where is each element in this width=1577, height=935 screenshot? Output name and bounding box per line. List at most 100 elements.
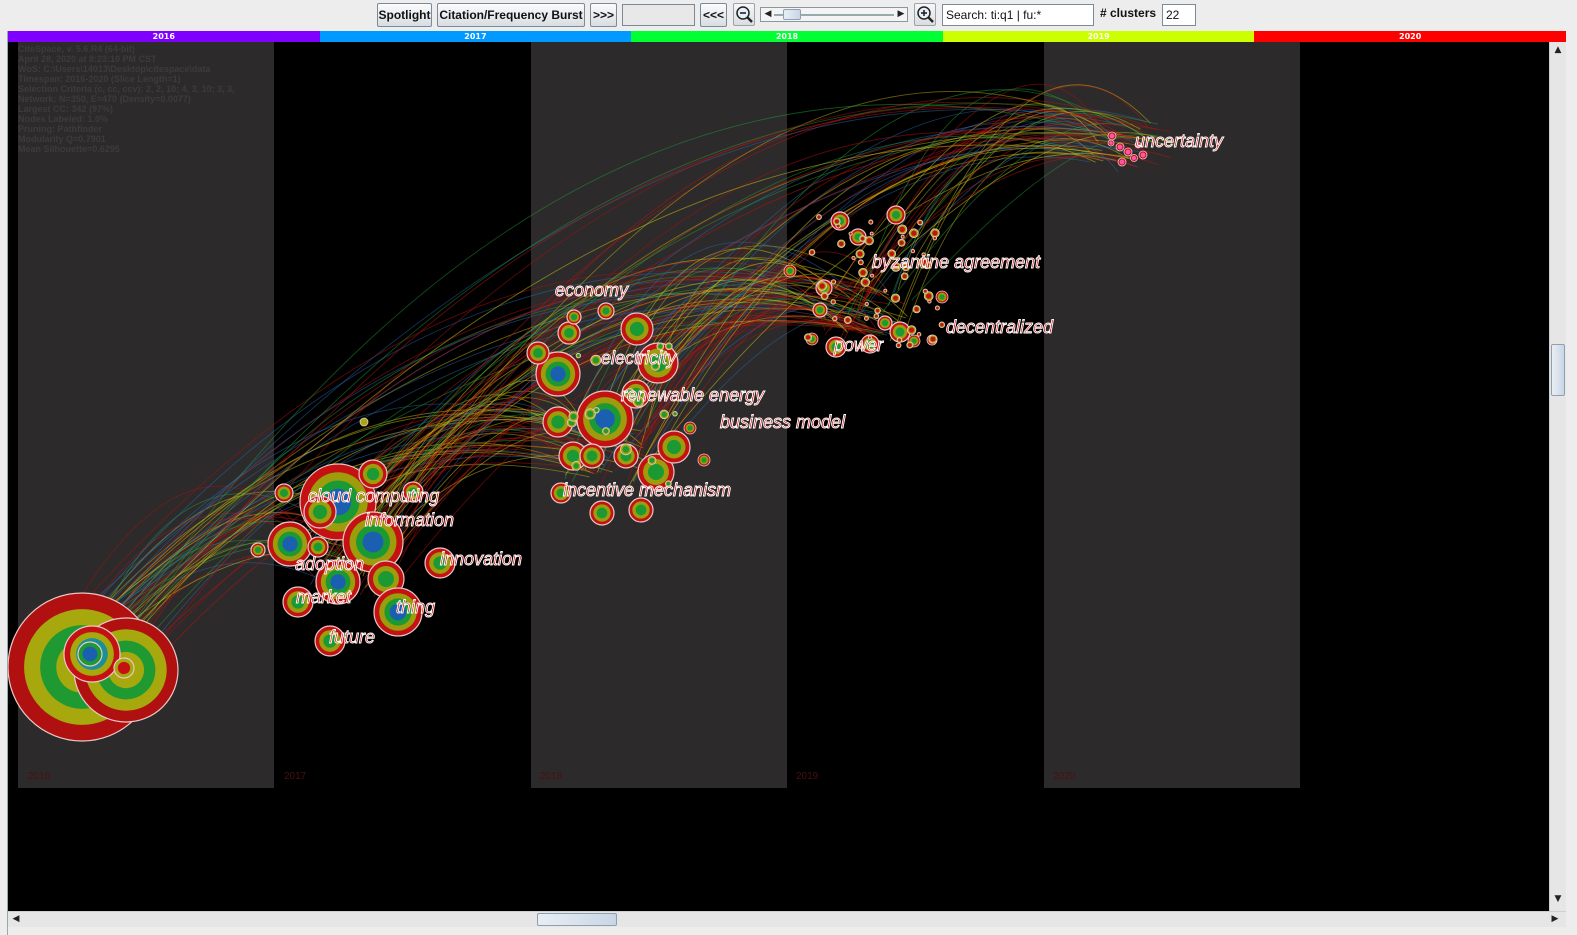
prev-button[interactable]: <<< [700,3,727,27]
cluster-label[interactable]: adoption [295,554,365,575]
zoom-slider[interactable]: ◀ ▶ [760,7,908,22]
network-node[interactable] [864,301,869,307]
network-node[interactable] [1123,147,1133,157]
network-node[interactable] [804,333,813,342]
network-node[interactable] [895,342,902,349]
cluster-label[interactable]: electricity [601,348,678,369]
slider-right-arrow[interactable]: ▶ [896,8,906,20]
horizontal-scroll-thumb[interactable] [537,913,617,926]
horizontal-scrollbar[interactable]: ◀ ▶ [8,911,1566,927]
network-node[interactable] [868,219,874,225]
network-node[interactable] [557,321,581,345]
search-input[interactable]: Search: ti:q1 | fu:* [942,4,1094,26]
network-node[interactable] [647,456,657,465]
cluster-label[interactable]: renewable energy [621,385,766,406]
next-button[interactable]: >>> [590,3,617,27]
network-node[interactable] [575,352,582,359]
network-node[interactable] [897,238,906,247]
network-node[interactable] [922,288,928,294]
network-node[interactable] [897,224,908,235]
network-node[interactable] [843,316,852,324]
network-node[interactable] [851,255,856,261]
network-node[interactable] [620,312,654,346]
slider-left-arrow[interactable]: ◀ [763,8,773,20]
cluster-label[interactable]: market [296,587,353,608]
slider-thumb[interactable] [783,9,801,20]
cluster-label[interactable]: decentralized [946,317,1055,338]
network-node[interactable] [584,408,596,420]
network-node[interactable] [906,325,917,335]
network-node[interactable] [857,259,864,266]
vertical-scroll-thumb[interactable] [1551,344,1565,396]
network-node[interactable] [1115,142,1125,152]
network-node[interactable] [590,354,602,366]
spotlight-button[interactable]: Spotlight [377,3,432,27]
network-node[interactable] [916,331,922,337]
network-node[interactable] [1138,150,1148,160]
network-node[interactable] [602,427,610,435]
network-node[interactable] [832,316,838,322]
cluster-label[interactable]: incentive mechanism [563,480,732,501]
network-node[interactable] [869,231,874,236]
scroll-left-arrow[interactable]: ◀ [10,913,22,925]
network-node[interactable] [938,321,946,329]
network-node[interactable] [683,421,697,435]
network-node[interactable] [816,214,822,220]
network-node[interactable] [1117,157,1127,167]
clusters-input[interactable]: 22 [1162,4,1196,26]
network-node[interactable] [934,305,940,311]
network-node[interactable] [597,302,615,320]
network-node[interactable] [830,279,837,285]
network-node[interactable] [896,337,903,343]
network-node[interactable] [783,264,797,278]
cluster-label[interactable]: future [329,627,376,648]
network-node[interactable] [860,277,871,287]
zoom-out-icon[interactable] [733,3,755,26]
network-node[interactable] [250,542,266,558]
network-node[interactable] [1107,139,1115,147]
network-node[interactable] [833,217,841,226]
network-node[interactable] [820,292,829,301]
cluster-label[interactable]: byzantine agreement [872,252,1042,273]
network-node[interactable] [874,307,881,314]
network-node[interactable] [837,239,846,248]
network-node[interactable] [808,248,816,256]
network-node[interactable] [77,641,103,667]
network-node[interactable] [873,313,880,320]
cluster-label[interactable]: economy [555,280,630,301]
network-node[interactable] [928,334,938,344]
network-node[interactable] [932,235,938,241]
network-node[interactable] [113,657,135,679]
network-node[interactable] [877,315,893,331]
network-node[interactable] [812,302,828,318]
network-node[interactable] [912,305,921,314]
network-node[interactable] [526,341,550,365]
network-node[interactable] [589,500,615,526]
cluster-label[interactable]: innovation [440,549,523,570]
cluster-label[interactable]: power [833,335,885,356]
scroll-up-arrow[interactable]: ▲ [1552,44,1564,56]
network-node[interactable] [870,273,874,278]
network-node[interactable] [359,417,369,427]
vertical-scrollbar[interactable]: ▲ ▼ [1549,42,1566,911]
network-node[interactable] [858,267,868,278]
cluster-label[interactable]: uncertainty [1135,131,1225,152]
network-node[interactable] [568,411,579,422]
network-node[interactable] [830,299,836,305]
blank-field[interactable] [622,4,695,26]
network-graph[interactable]: 2016 2017 2018 2019 2020 uncertainty byzantine… [8,42,1549,911]
network-node[interactable] [917,219,924,226]
network-node[interactable] [855,249,865,259]
network-node[interactable] [620,443,632,456]
zoom-in-icon[interactable] [914,3,936,26]
cluster-label[interactable]: cloud computing [308,486,440,507]
citation-burst-button[interactable]: Citation/Frequency Burst [437,3,585,27]
network-node[interactable] [657,430,691,464]
network-node[interactable] [274,483,294,503]
network-node[interactable] [906,341,914,349]
cluster-label[interactable]: information [365,510,455,531]
network-node[interactable] [900,234,905,239]
cluster-label[interactable]: business model [720,412,847,433]
network-node[interactable] [1130,154,1138,162]
network-node[interactable] [883,288,888,293]
